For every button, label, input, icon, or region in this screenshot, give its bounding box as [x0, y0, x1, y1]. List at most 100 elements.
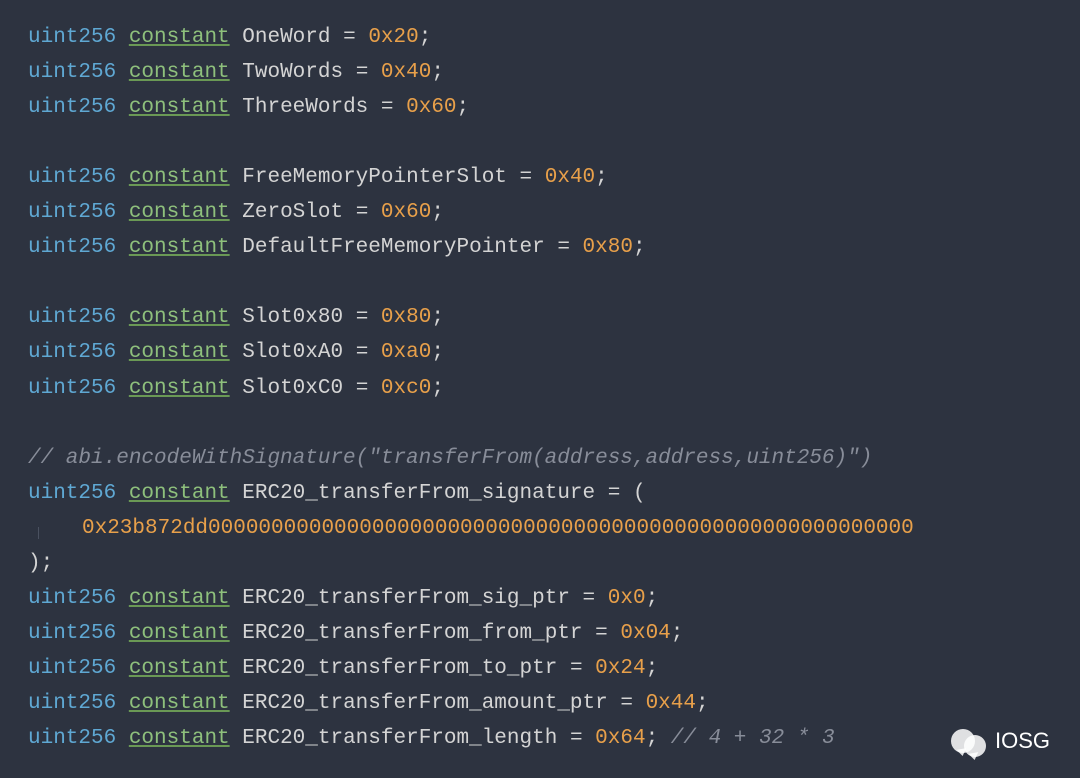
semicolon: ; — [646, 587, 659, 610]
type-keyword: uint256 — [28, 26, 116, 49]
watermark-label: IOSG — [995, 723, 1050, 760]
equals-op: = — [570, 657, 583, 680]
equals-op: = — [356, 201, 369, 224]
equals-op: = — [520, 166, 533, 189]
code-line: uint256 constant TwoWords = 0x40; — [28, 55, 1080, 90]
code-line: uint256 constant ERC20_transferFrom_leng… — [28, 721, 1080, 756]
semicolon: ; — [646, 657, 659, 680]
type-keyword: uint256 — [28, 727, 116, 750]
type-keyword: uint256 — [28, 306, 116, 329]
identifier: Slot0x80 — [242, 306, 343, 329]
hex-literal: 0x23b872dd000000000000000000000000000000… — [82, 517, 914, 540]
code-line: uint256 constant Slot0xC0 = 0xc0; — [28, 371, 1080, 406]
equals-op: = — [356, 61, 369, 84]
semicolon: ; — [431, 306, 444, 329]
code-line: uint256 constant ThreeWords = 0x60; — [28, 90, 1080, 125]
identifier: ERC20_transferFrom_from_ptr — [242, 622, 582, 645]
constant-keyword: constant — [129, 26, 230, 49]
semicolon: ; — [431, 61, 444, 84]
identifier: ThreeWords — [242, 96, 368, 119]
hex-literal: 0x64 — [595, 727, 645, 750]
hex-literal: 0x60 — [406, 96, 456, 119]
identifier: ERC20_transferFrom_to_ptr — [242, 657, 557, 680]
equals-op: = — [620, 692, 633, 715]
type-keyword: uint256 — [28, 61, 116, 84]
open-paren: ( — [633, 482, 646, 505]
constant-keyword: constant — [129, 341, 230, 364]
equals-op: = — [381, 96, 394, 119]
code-line: uint256 constant ERC20_transferFrom_sign… — [28, 476, 1080, 511]
identifier: ERC20_transferFrom_amount_ptr — [242, 692, 607, 715]
code-line — [28, 125, 1080, 160]
comment: // abi.encodeWithSignature("transferFrom… — [28, 447, 872, 470]
hex-literal: 0x44 — [646, 692, 696, 715]
code-line: uint256 constant ERC20_transferFrom_sig_… — [28, 581, 1080, 616]
constant-keyword: constant — [129, 306, 230, 329]
semicolon: ; — [431, 201, 444, 224]
code-line: uint256 constant Slot0x80 = 0x80; — [28, 300, 1080, 335]
constant-keyword: constant — [129, 692, 230, 715]
constant-keyword: constant — [129, 622, 230, 645]
semicolon: ; — [696, 692, 709, 715]
equals-op: = — [557, 236, 570, 259]
code-block: uint256 constant OneWord = 0x20;uint256 … — [28, 20, 1080, 756]
semicolon: ; — [633, 236, 646, 259]
identifier: ZeroSlot — [242, 201, 343, 224]
semicolon: ; — [419, 26, 432, 49]
semicolon: ; — [431, 377, 444, 400]
type-keyword: uint256 — [28, 692, 116, 715]
equals-op: = — [608, 482, 621, 505]
hex-literal: 0x24 — [595, 657, 645, 680]
identifier: ERC20_transferFrom_signature — [242, 482, 595, 505]
code-line — [28, 406, 1080, 441]
constant-keyword: constant — [129, 377, 230, 400]
code-line: uint256 constant ZeroSlot = 0x60; — [28, 195, 1080, 230]
identifier: ERC20_transferFrom_length — [242, 727, 557, 750]
type-keyword: uint256 — [28, 622, 116, 645]
type-keyword: uint256 — [28, 482, 116, 505]
type-keyword: uint256 — [28, 166, 116, 189]
equals-op: = — [356, 306, 369, 329]
code-line: ); — [28, 546, 1080, 581]
code-line: uint256 constant FreeMemoryPointerSlot =… — [28, 160, 1080, 195]
type-keyword: uint256 — [28, 587, 116, 610]
identifier: Slot0xA0 — [242, 341, 343, 364]
watermark: IOSG — [951, 723, 1050, 760]
equals-op: = — [343, 26, 356, 49]
constant-keyword: constant — [129, 657, 230, 680]
constant-keyword: constant — [129, 61, 230, 84]
constant-keyword: constant — [129, 166, 230, 189]
identifier: OneWord — [242, 26, 330, 49]
semicolon: ; — [671, 622, 684, 645]
equals-op: = — [583, 587, 596, 610]
identifier: FreeMemoryPointerSlot — [242, 166, 507, 189]
code-line: uint256 constant ERC20_transferFrom_to_p… — [28, 651, 1080, 686]
hex-literal: 0xa0 — [381, 341, 431, 364]
code-line: uint256 constant ERC20_transferFrom_from… — [28, 616, 1080, 651]
hex-literal: 0x0 — [608, 587, 646, 610]
semicolon: ; — [431, 341, 444, 364]
constant-keyword: constant — [129, 201, 230, 224]
code-line: 0x23b872dd000000000000000000000000000000… — [28, 511, 1080, 546]
equals-op: = — [356, 377, 369, 400]
constant-keyword: constant — [129, 482, 230, 505]
constant-keyword: constant — [129, 727, 230, 750]
equals-op: = — [595, 622, 608, 645]
hex-literal: 0x80 — [583, 236, 633, 259]
equals-op: = — [570, 727, 583, 750]
type-keyword: uint256 — [28, 657, 116, 680]
hex-literal: 0x40 — [545, 166, 595, 189]
identifier: TwoWords — [242, 61, 343, 84]
semicolon: ; — [457, 96, 470, 119]
semicolon: ; — [41, 552, 54, 575]
type-keyword: uint256 — [28, 96, 116, 119]
hex-literal: 0x04 — [620, 622, 670, 645]
semicolon: ; — [595, 166, 608, 189]
hex-literal: 0x40 — [381, 61, 431, 84]
type-keyword: uint256 — [28, 377, 116, 400]
code-line: uint256 constant ERC20_transferFrom_amou… — [28, 686, 1080, 721]
semicolon: ; — [646, 727, 659, 750]
close-paren: ) — [28, 552, 41, 575]
constant-keyword: constant — [129, 236, 230, 259]
code-line: uint256 constant OneWord = 0x20; — [28, 20, 1080, 55]
